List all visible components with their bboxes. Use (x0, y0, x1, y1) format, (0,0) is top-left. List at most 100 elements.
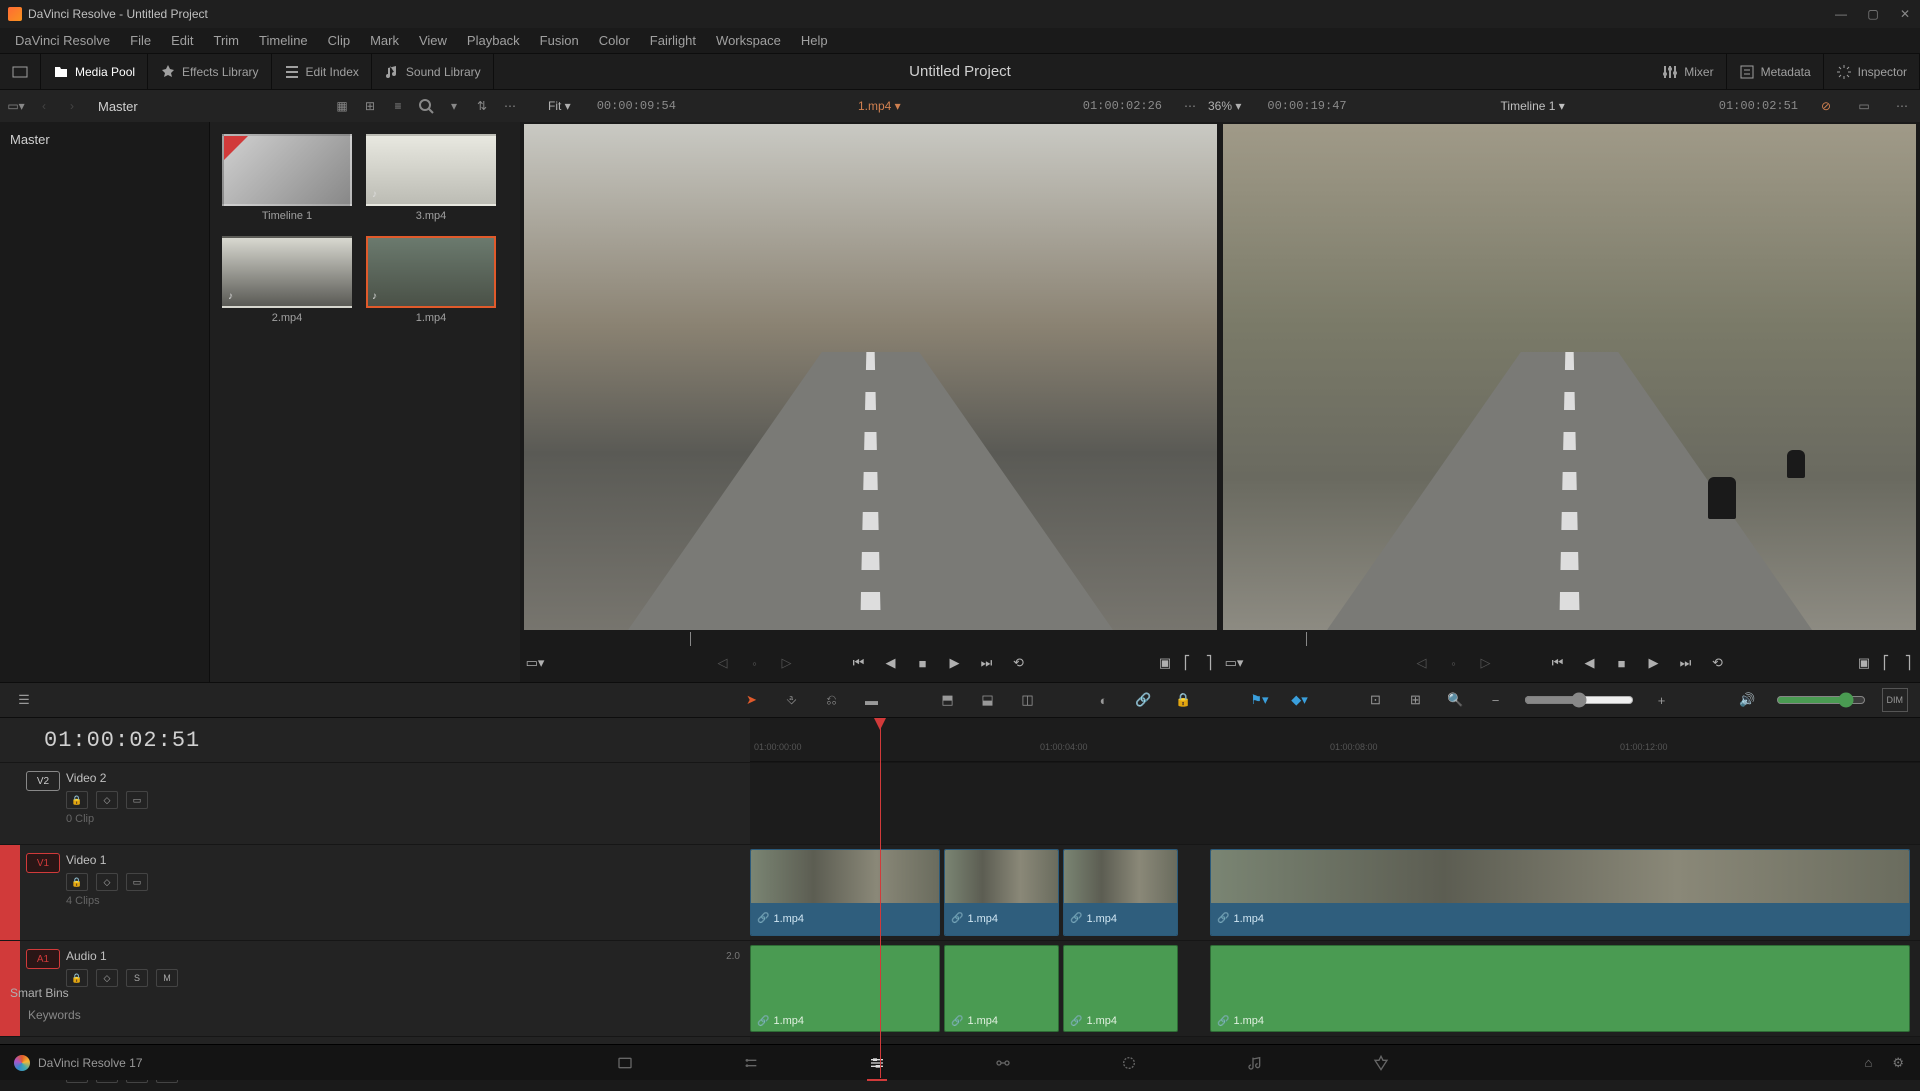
track-head-v2[interactable]: V2 Video 2 🔒 ◇ ▭ 0 Clip (0, 762, 750, 844)
thumb-mode-button[interactable]: ▦ (332, 96, 352, 116)
smart-bins-heading[interactable]: Smart Bins (10, 982, 200, 1004)
page-color[interactable] (1111, 1045, 1147, 1081)
v1-disable-button[interactable]: ▭ (126, 873, 148, 891)
menu-workspace[interactable]: Workspace (707, 30, 790, 51)
bin-view-button[interactable]: ▭▾ (6, 96, 26, 116)
src-loop-button[interactable]: ⟲ (1008, 652, 1030, 674)
src-in-button[interactable]: ⎡ (1179, 652, 1195, 674)
pool-options-button[interactable]: ⋯ (500, 96, 520, 116)
full-extent-button[interactable] (0, 54, 41, 90)
nav-back-button[interactable]: ‹ (34, 96, 54, 116)
replace-button[interactable]: ◫ (1016, 688, 1040, 712)
menu-help[interactable]: Help (792, 30, 837, 51)
v1-lock-button[interactable]: 🔒 (66, 873, 88, 891)
insert-button[interactable]: ⬒ (936, 688, 960, 712)
close-button[interactable]: ✕ (1898, 7, 1912, 21)
menu-edit[interactable]: Edit (162, 30, 202, 51)
bypass-button[interactable]: ⊘ (1816, 96, 1836, 116)
menu-fusion[interactable]: Fusion (531, 30, 588, 51)
zoom-fit-button[interactable]: ⊡ (1364, 688, 1388, 712)
a1-clip-2[interactable]: 1.mp4 (944, 945, 1059, 1032)
src-matchframe-button[interactable]: ▣ (1157, 652, 1173, 674)
volume-slider[interactable] (1776, 692, 1866, 708)
sound-library-button[interactable]: Sound Library (372, 54, 494, 90)
v2-disable-button[interactable]: ▭ (126, 791, 148, 809)
single-viewer-button[interactable]: ▭ (1854, 96, 1874, 116)
metadata-button[interactable]: Metadata (1727, 54, 1824, 90)
rec-first-button[interactable]: ⏮ (1547, 652, 1569, 674)
timeline-tracks[interactable]: 01:00:00:00 01:00:04:00 01:00:08:00 01:0… (750, 718, 1920, 1078)
project-settings-button[interactable]: ⚙ (1892, 1055, 1904, 1071)
maximize-button[interactable]: ▢ (1866, 7, 1880, 21)
menu-color[interactable]: Color (590, 30, 639, 51)
src-last-button[interactable]: ⏭ (976, 652, 998, 674)
list-mode-button[interactable]: ≡ (388, 96, 408, 116)
clip-1mp4[interactable]: ♪ 1.mp4 (366, 236, 496, 324)
timeline-ruler[interactable]: 01:00:00:00 01:00:04:00 01:00:08:00 01:0… (750, 718, 1920, 762)
menu-view[interactable]: View (410, 30, 456, 51)
trim-tool-button[interactable]: ⎀ (780, 688, 804, 712)
mute-button[interactable]: 🔊 (1736, 688, 1760, 712)
page-cut[interactable] (733, 1045, 769, 1081)
source-clip-name[interactable]: 1.mp4 ▾ (694, 99, 1065, 113)
src-prev-button[interactable]: ◀ (880, 652, 902, 674)
page-edit[interactable] (859, 1045, 895, 1081)
rec-prev-button[interactable]: ◀ (1579, 652, 1601, 674)
link-button[interactable]: 🔗 (1132, 688, 1156, 712)
timeline-view-options-button[interactable]: ☰ (12, 688, 36, 712)
dynamic-trim-button[interactable]: ⎌ (820, 688, 844, 712)
fit-dropdown[interactable]: Fit ▾ (540, 97, 579, 115)
home-button[interactable]: ⌂ (1864, 1055, 1872, 1071)
zoom-dropdown[interactable]: 36% ▾ (1200, 97, 1249, 115)
nav-fwd-button[interactable]: › (62, 96, 82, 116)
a1-clip-4[interactable]: 1.mp4 (1210, 945, 1910, 1032)
lane-v1[interactable]: 1.mp4 1.mp4 1.mp4 1.mp4 (750, 844, 1920, 940)
clip-2mp4[interactable]: ♪ 2.mp4 (222, 236, 352, 324)
src-first-button[interactable]: ⏮ (848, 652, 870, 674)
v2-lock-button[interactable]: 🔒 (66, 791, 88, 809)
menu-playback[interactable]: Playback (458, 30, 529, 51)
src-stop-button[interactable]: ■ (912, 652, 934, 674)
flag-button[interactable]: ⚑▾ (1248, 688, 1272, 712)
rec-last-button[interactable]: ⏭ (1675, 652, 1697, 674)
src-out-button[interactable]: ⎤ (1201, 652, 1217, 674)
zoom-in-button[interactable]: + (1650, 688, 1674, 712)
marker-button[interactable]: ◆▾ (1288, 688, 1312, 712)
effects-library-button[interactable]: Effects Library (148, 54, 271, 90)
v1-clip-3[interactable]: 1.mp4 (1063, 849, 1178, 936)
clip-timeline1[interactable]: Timeline 1 (222, 134, 352, 222)
menu-davinci[interactable]: DaVinci Resolve (6, 30, 119, 51)
rec-stop-button[interactable]: ■ (1611, 652, 1633, 674)
source-matchframe-button[interactable]: ▭▾ (524, 652, 546, 674)
source-screen[interactable] (524, 124, 1217, 630)
record-scrubber[interactable] (1223, 632, 1916, 646)
record-screen[interactable] (1223, 124, 1916, 630)
edit-index-button[interactable]: Edit Index (272, 54, 372, 90)
lane-a1[interactable]: 1.mp4 1.mp4 1.mp4 1.mp4 (750, 940, 1920, 1036)
a1-clip-1[interactable]: 1.mp4 (750, 945, 940, 1032)
v2-auto-button[interactable]: ◇ (96, 791, 118, 809)
media-pool-button[interactable]: Media Pool (41, 54, 148, 90)
timeline-name-dropdown[interactable]: Timeline 1 ▾ (1365, 99, 1701, 113)
track-head-v1[interactable]: V1 Video 1 🔒 ◇ ▭ 4 Clips (0, 844, 750, 940)
page-fusion[interactable] (985, 1045, 1021, 1081)
overwrite-button[interactable]: ⬓ (976, 688, 1000, 712)
page-fairlight[interactable] (1237, 1045, 1273, 1081)
source-options-button[interactable]: ⋯ (1180, 96, 1200, 116)
a1-clip-3[interactable]: 1.mp4 (1063, 945, 1178, 1032)
search-button[interactable] (416, 96, 436, 116)
record-layout-button[interactable]: ▭▾ (1223, 652, 1245, 674)
v1-clip-1[interactable]: 1.mp4 (750, 849, 940, 936)
zoom-out-button[interactable]: − (1484, 688, 1508, 712)
lock-button[interactable]: 🔒 (1172, 688, 1196, 712)
rec-out-button[interactable]: ⎤ (1900, 652, 1916, 674)
blade-tool-button[interactable]: ▬ (860, 688, 884, 712)
sort-button[interactable]: ⇅ (472, 96, 492, 116)
filter-chevron[interactable]: ▾ (444, 96, 464, 116)
master-bin[interactable]: Master (10, 128, 199, 151)
retime-button[interactable]: ◐ (1092, 688, 1116, 712)
menu-clip[interactable]: Clip (319, 30, 359, 51)
inspector-button[interactable]: Inspector (1824, 54, 1920, 90)
selection-tool-button[interactable]: ➤ (740, 688, 764, 712)
rec-play-button[interactable]: ▶ (1643, 652, 1665, 674)
